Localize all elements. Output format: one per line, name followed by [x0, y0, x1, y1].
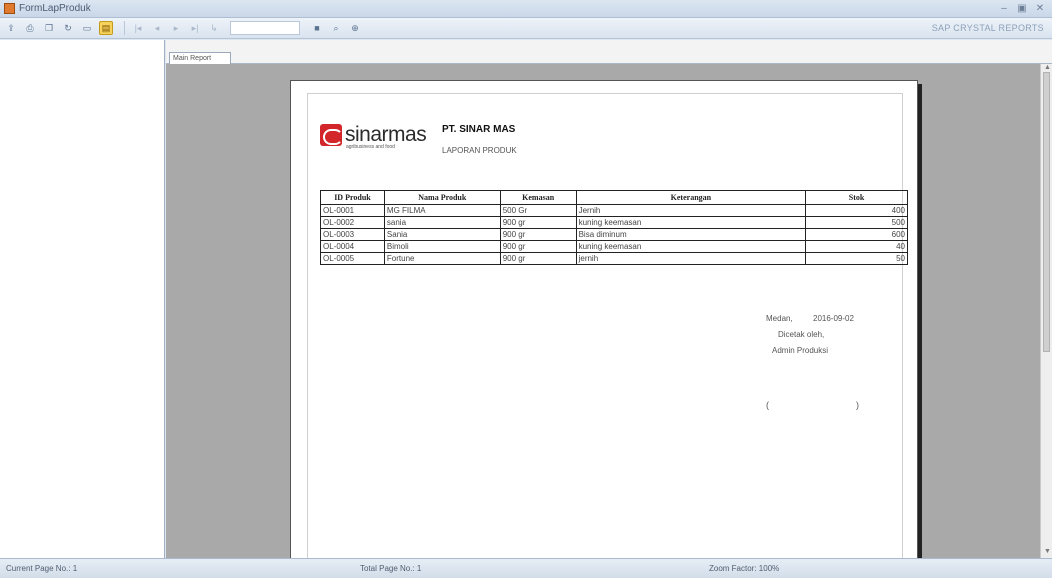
cell-stock: 500 [805, 216, 908, 229]
goto-page-icon[interactable]: ↳ [207, 21, 221, 35]
report-content: sinarmas agribusiness and food PT. SINAR… [307, 93, 908, 558]
cell-stock: 400 [805, 204, 908, 217]
report-tab-strip: Main Report [166, 40, 1052, 64]
logo-subtext: agribusiness and food [346, 144, 395, 150]
table-row: OL-0004 Bimoli 900 gr kuning keemasan 40 [320, 240, 908, 253]
toggle-group-tree-icon[interactable]: ▤ [99, 21, 113, 35]
total-page-status: Total Page No.: 1 [360, 564, 422, 573]
toolbar-separator [124, 21, 125, 35]
previous-page-icon[interactable]: ◂ [150, 21, 164, 35]
sinarmas-logo-mark [320, 124, 342, 146]
cell-packaging: 900 gr [499, 216, 577, 229]
column-header-id: ID Produk [320, 190, 385, 205]
report-viewer: sinarmas agribusiness and food PT. SINAR… [166, 64, 1040, 558]
toggle-parameter-icon[interactable]: ▭ [80, 21, 94, 35]
minimize-icon[interactable]: – [998, 3, 1010, 14]
find-icon[interactable]: ⌕ [329, 21, 343, 35]
cell-id: OL-0003 [320, 228, 385, 241]
cell-name: sania [383, 216, 501, 229]
group-tree-panel [0, 40, 165, 558]
print-icon[interactable]: ⎙ [23, 21, 37, 35]
tab-main-report[interactable]: Main Report [169, 52, 231, 64]
table-row: OL-0002 sania 900 gr kuning keemasan 500 [320, 216, 908, 229]
cell-packaging: 900 gr [499, 228, 577, 241]
cell-description: jernih [575, 252, 807, 265]
cell-name: Fortune [383, 252, 501, 265]
vertical-scrollbar[interactable]: ▲ ▼ [1040, 64, 1052, 558]
sinarmas-logo: sinarmas agribusiness and food [320, 123, 427, 150]
title-bar: FormLapProduk – ▣ ✕ [0, 0, 1052, 18]
cell-id: OL-0005 [320, 252, 385, 265]
column-header-name: Nama Produk [383, 190, 501, 205]
signature-printed-by: Dicetak oleh, [778, 330, 825, 339]
zoom-factor-status: Zoom Factor: 100% [709, 564, 780, 573]
stop-icon[interactable]: ■ [310, 21, 324, 35]
cell-stock: 600 [805, 228, 908, 241]
cell-description: kuning keemasan [575, 240, 807, 253]
export-icon[interactable]: ⇪ [4, 21, 18, 35]
current-page-status: Current Page No.: 1 [6, 564, 78, 573]
column-header-description: Keterangan [575, 190, 807, 205]
maximize-icon[interactable]: ▣ [1016, 3, 1028, 14]
cell-stock: 50 [805, 252, 908, 265]
column-header-packaging: Kemasan [499, 190, 577, 205]
cell-description: kuning keemasan [575, 216, 807, 229]
column-header-stock: Stok [805, 190, 908, 205]
app-icon [4, 3, 15, 14]
cell-description: Jernih [575, 204, 807, 217]
first-page-icon[interactable]: |◂ [131, 21, 145, 35]
cell-description: Bisa diminum [575, 228, 807, 241]
next-page-icon[interactable]: ▸ [169, 21, 183, 35]
table-row: OL-0005 Fortune 900 gr jernih 50 [320, 252, 908, 265]
crystal-reports-brand: SAP CRYSTAL REPORTS [931, 23, 1044, 33]
scroll-down-icon[interactable]: ▼ [1044, 548, 1051, 555]
scroll-up-icon[interactable]: ▲ [1044, 64, 1051, 71]
close-icon[interactable]: ✕ [1034, 3, 1046, 14]
signature-bracket-open: ( [766, 400, 769, 410]
logo-text: sinarmas [345, 123, 427, 146]
cell-stock: 40 [805, 240, 908, 253]
cell-name: MG FILMA [383, 204, 501, 217]
window-title: FormLapProduk [19, 3, 91, 14]
signature-role: Admin Produksi [772, 346, 829, 355]
zoom-icon[interactable]: ⊕ [348, 21, 362, 35]
report-title: LAPORAN PRODUK [442, 146, 517, 155]
table-header-row: ID Produk Nama Produk Kemasan Keterangan… [320, 190, 908, 205]
goto-page-input[interactable] [230, 21, 300, 35]
last-page-icon[interactable]: ▸| [188, 21, 202, 35]
viewer-toolbar: ⇪ ⎙ ❐ ↻ ▭ ▤ |◂ ◂ ▸ ▸| ↳ ■ ⌕ ⊕ SAP CRYSTA… [0, 18, 1052, 39]
cell-packaging: 900 gr [499, 252, 577, 265]
copy-icon[interactable]: ❐ [42, 21, 56, 35]
cell-packaging: 900 gr [499, 240, 577, 253]
signature-bracket-close: ) [856, 400, 859, 410]
refresh-icon[interactable]: ↻ [61, 21, 75, 35]
product-table: ID Produk Nama Produk Kemasan Keterangan… [320, 190, 908, 265]
cell-packaging: 500 Gr [499, 204, 577, 217]
signature-city: Medan, [766, 314, 793, 323]
table-row: OL-0003 Sania 900 gr Bisa diminum 600 [320, 228, 908, 241]
signature-date: 2016-09-02 [813, 314, 854, 323]
cell-id: OL-0004 [320, 240, 385, 253]
report-page: sinarmas agribusiness and food PT. SINAR… [290, 80, 918, 558]
cell-id: OL-0001 [320, 204, 385, 217]
cell-id: OL-0002 [320, 216, 385, 229]
company-name: PT. SINAR MAS [442, 124, 516, 135]
status-bar: Current Page No.: 1 Total Page No.: 1 Zo… [0, 558, 1052, 578]
cell-name: Sania [383, 228, 501, 241]
scrollbar-thumb[interactable] [1043, 72, 1050, 352]
table-row: OL-0001 MG FILMA 500 Gr Jernih 400 [320, 204, 908, 217]
cell-name: Bimoli [383, 240, 501, 253]
